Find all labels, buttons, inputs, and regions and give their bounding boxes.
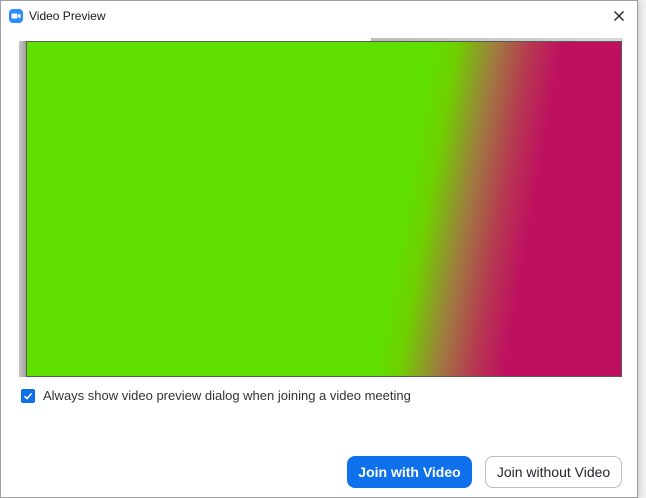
close-button[interactable]: [607, 5, 631, 27]
video-shade: [27, 42, 621, 376]
window-title: Video Preview: [29, 9, 106, 23]
join-without-video-button[interactable]: Join without Video: [485, 456, 622, 488]
always-show-preview-option[interactable]: Always show video preview dialog when jo…: [21, 388, 411, 403]
camera-icon: [9, 9, 23, 23]
always-show-preview-label: Always show video preview dialog when jo…: [43, 388, 411, 403]
video-preview-dialog: Video Preview Always show video preview …: [0, 0, 638, 498]
video-preview: [26, 41, 622, 377]
always-show-preview-checkbox[interactable]: [21, 388, 35, 403]
close-icon: [614, 11, 624, 21]
checkmark-icon: [23, 392, 33, 400]
title-bar: Video Preview: [1, 1, 637, 31]
join-with-video-button[interactable]: Join with Video: [347, 456, 472, 488]
